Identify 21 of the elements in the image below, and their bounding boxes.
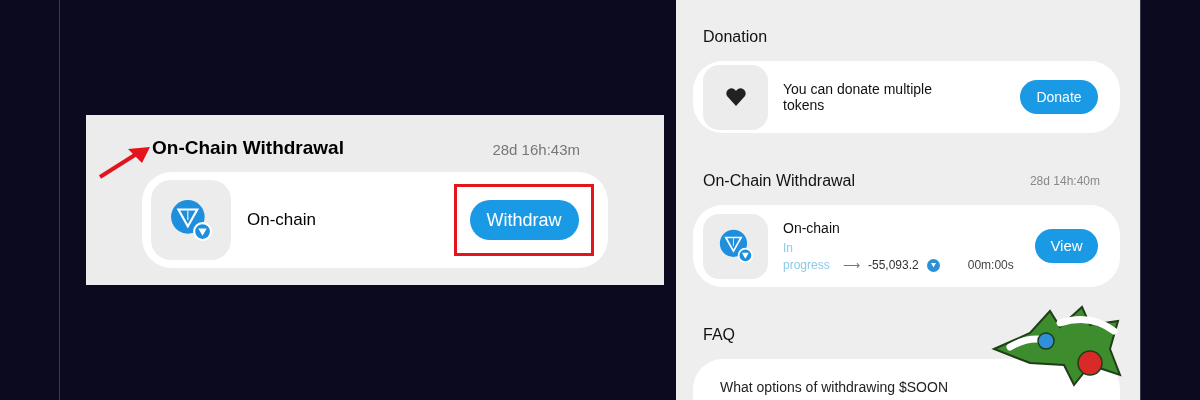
token-icon — [170, 199, 212, 241]
section-heading: FAQ — [703, 325, 735, 345]
faq-question[interactable]: What options of withdrawing $SOON — [720, 377, 1120, 398]
status-text: In progress — [783, 240, 831, 274]
coin-icon — [926, 259, 940, 272]
section-heading: On-Chain Withdrawal — [703, 171, 856, 191]
donation-text: You can donate multiple tokens — [783, 81, 933, 113]
section-title: On-Chain Withdrawal — [152, 136, 344, 160]
item-name: On-chain — [247, 209, 316, 232]
token-icon — [718, 229, 753, 263]
duration: 00m:00s — [967, 257, 1014, 274]
withdraw-button[interactable]: Withdraw — [469, 200, 579, 240]
timer: 28d 16h:43m — [492, 140, 580, 160]
item-name: On-chain — [783, 219, 841, 238]
arrow-glyph: ⟶ — [843, 257, 860, 274]
timer: 28d 14h:40m — [1029, 173, 1100, 190]
heart-icon — [724, 87, 747, 107]
amount: -55,093.2 — [868, 257, 919, 274]
view-button[interactable]: View — [1035, 229, 1098, 263]
section-heading: Donation — [703, 27, 768, 47]
donate-button[interactable]: Donate — [1020, 80, 1098, 114]
